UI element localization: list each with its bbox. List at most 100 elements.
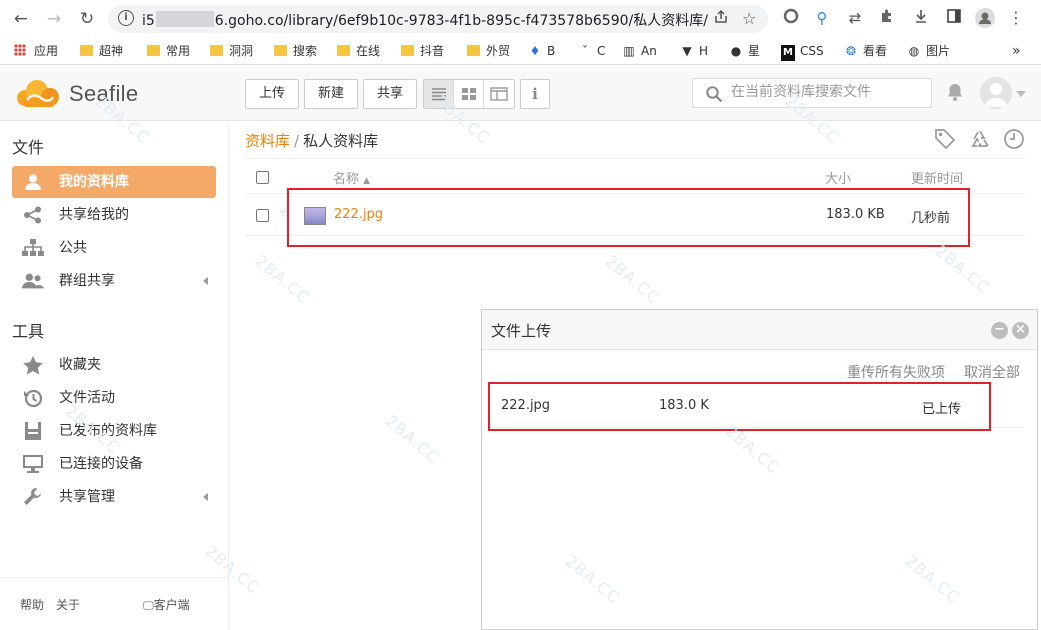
watermark: 2BA.CC [251, 251, 314, 308]
bookmark-item[interactable]: M CSS [781, 43, 824, 61]
bookmark-item[interactable]: ˇC [578, 43, 605, 59]
column-name-header[interactable]: 名称 ▲ [333, 168, 370, 187]
sidebar-item-label: 收藏夹 [59, 357, 101, 373]
list-view-icon[interactable] [424, 80, 454, 108]
bookmarks-more-icon[interactable]: » [1012, 43, 1021, 59]
minimize-icon[interactable]: − [991, 322, 1008, 339]
puzzle-icon[interactable] [877, 8, 897, 28]
sidepanel-icon[interactable] [944, 8, 964, 28]
sidebar-item-file-activity[interactable]: 文件活动 [12, 382, 216, 414]
cancel-all-link[interactable]: 取消全部 [964, 362, 1020, 382]
bookmark-item[interactable]: 在线 [337, 43, 380, 59]
monitor-icon: 🖵 [143, 599, 154, 612]
avatar[interactable] [980, 77, 1012, 109]
sidebar-item-public[interactable]: 公共 [12, 232, 216, 264]
caron-icon: ˇ [582, 44, 588, 58]
sidebar-item-label: 公共 [59, 240, 87, 256]
url-text[interactable]: i5 6.goho.co/library/6ef9b10c-9783-4f1b-8… [142, 10, 708, 30]
upload-button[interactable]: 上传 [245, 79, 299, 109]
bookmark-item[interactable]: 超神 [80, 43, 123, 59]
folder-icon [337, 45, 350, 56]
site-info-icon[interactable]: i [118, 10, 134, 26]
user-icon [22, 172, 44, 192]
bookmark-item[interactable]: 抖音 [401, 43, 444, 59]
folder-icon [80, 45, 93, 56]
bookmark-item[interactable]: ♦ B [528, 43, 556, 59]
sidebar-footer: 帮助 关于 🖵客户端 [0, 577, 228, 630]
breadcrumb-current: 私人资料库 [303, 132, 379, 150]
row-checkbox[interactable] [256, 209, 269, 222]
sidebar-item-linked-devices[interactable]: 已连接的设备 [12, 448, 216, 480]
sidebar-item-share-admin[interactable]: 共享管理 [12, 481, 216, 513]
reload-icon[interactable]: ↻ [76, 8, 98, 30]
column-view-icon[interactable] [484, 80, 514, 108]
shuffle-icon[interactable]: ⇄ [845, 8, 865, 28]
bookmark-item[interactable]: ● 星 [729, 43, 760, 59]
m-icon: M [781, 45, 795, 61]
watermark: 2BA.CC [381, 411, 444, 468]
seafile-logo[interactable]: Seafile [15, 78, 138, 110]
bookmark-item[interactable]: 常用 [147, 43, 190, 59]
bookmark-item[interactable]: ▼ H [680, 43, 708, 59]
github-icon: ● [730, 44, 742, 58]
profile-icon[interactable] [975, 8, 995, 28]
sidebar-item-label: 群组共享 [59, 273, 115, 289]
sidebar-item-published-libraries[interactable]: 已发布的资料库 [12, 415, 216, 447]
help-link[interactable]: 帮助 [20, 596, 44, 613]
back-icon[interactable]: ← [10, 8, 32, 30]
bookmark-item[interactable]: 洞洞 [210, 43, 253, 59]
org-icon [22, 238, 44, 258]
sidebar-section-files: 文件 [12, 138, 45, 157]
bookmark-item[interactable]: 外贸 [467, 43, 510, 59]
close-icon[interactable]: × [1012, 322, 1029, 339]
column-size-header[interactable]: 大小 [825, 168, 851, 187]
highlight-box [287, 188, 970, 247]
history-icon[interactable] [1003, 128, 1025, 150]
info-button[interactable]: i [520, 79, 550, 109]
bell-icon[interactable] [945, 82, 965, 102]
recycle-icon[interactable] [969, 128, 991, 150]
bookmark-star-icon[interactable]: ☆ [742, 9, 756, 28]
highlight-box [488, 382, 991, 431]
client-link[interactable]: 🖵客户端 [143, 596, 190, 613]
upload-dialog: 文件上传 − × 重传所有失败项 取消全部 222.jpg 183.0 K 已上… [481, 309, 1038, 630]
monitor-icon [22, 454, 44, 474]
share-page-icon[interactable] [713, 9, 729, 29]
group-icon [22, 271, 44, 291]
share-button[interactable]: 共享 [363, 79, 417, 109]
cloud-logo-icon [17, 80, 59, 107]
chevron-left-icon[interactable] [203, 493, 208, 501]
new-button[interactable]: 新建 [304, 79, 358, 109]
forward-icon[interactable]: → [43, 8, 65, 30]
select-all-checkbox[interactable] [256, 171, 269, 184]
history-icon [22, 388, 44, 408]
search-input[interactable] [731, 84, 921, 100]
bookmark-apps[interactable]: 应用 [14, 43, 58, 59]
chevron-left-icon[interactable] [203, 277, 208, 285]
sidebar-item-shared-with-me[interactable]: 共享给我的 [12, 199, 216, 231]
watermark: 2BA.CC [601, 251, 664, 308]
bookmark-item[interactable]: ▥ An [622, 43, 657, 59]
extension-circle-icon[interactable] [781, 8, 801, 28]
address-bar[interactable]: i i5 6.goho.co/library/6ef9b10c-9783-4f1b… [108, 5, 768, 33]
sidebar-item-my-libraries[interactable]: 我的资料库 [12, 166, 216, 198]
download-icon[interactable] [911, 8, 931, 28]
search-box[interactable] [692, 78, 932, 108]
column-updated-header[interactable]: 更新时间 [911, 168, 963, 187]
location-pin-icon[interactable]: ⚲ [812, 8, 832, 28]
chevron-down-icon[interactable] [1016, 91, 1026, 97]
sidebar-item-favorites[interactable]: 收藏夹 [12, 349, 216, 381]
bookmark-item[interactable]: ❂ 看看 [844, 43, 887, 59]
grid-view-icon[interactable] [454, 80, 484, 108]
sidebar: 文件 我的资料库 共享给我的 公共 群组共享 工具 收藏夹 文件活动 已发布的资… [0, 122, 229, 630]
bookmark-item[interactable]: ◍ 图片 [907, 43, 950, 59]
browser-toolbar: ← → ↻ i i5 6.goho.co/library/6ef9b10c-978… [0, 0, 1041, 37]
sidebar-item-group-share[interactable]: 群组共享 [12, 265, 216, 297]
retry-all-failed-link[interactable]: 重传所有失败项 [847, 362, 945, 382]
menu-dots-icon[interactable]: ⋮ [1006, 8, 1026, 28]
folder-icon [274, 45, 287, 56]
about-link[interactable]: 关于 [56, 596, 80, 613]
breadcrumb-root-link[interactable]: 资料库 [245, 132, 290, 150]
bookmark-item[interactable]: 搜索 [274, 43, 317, 59]
tag-icon[interactable] [934, 128, 956, 150]
